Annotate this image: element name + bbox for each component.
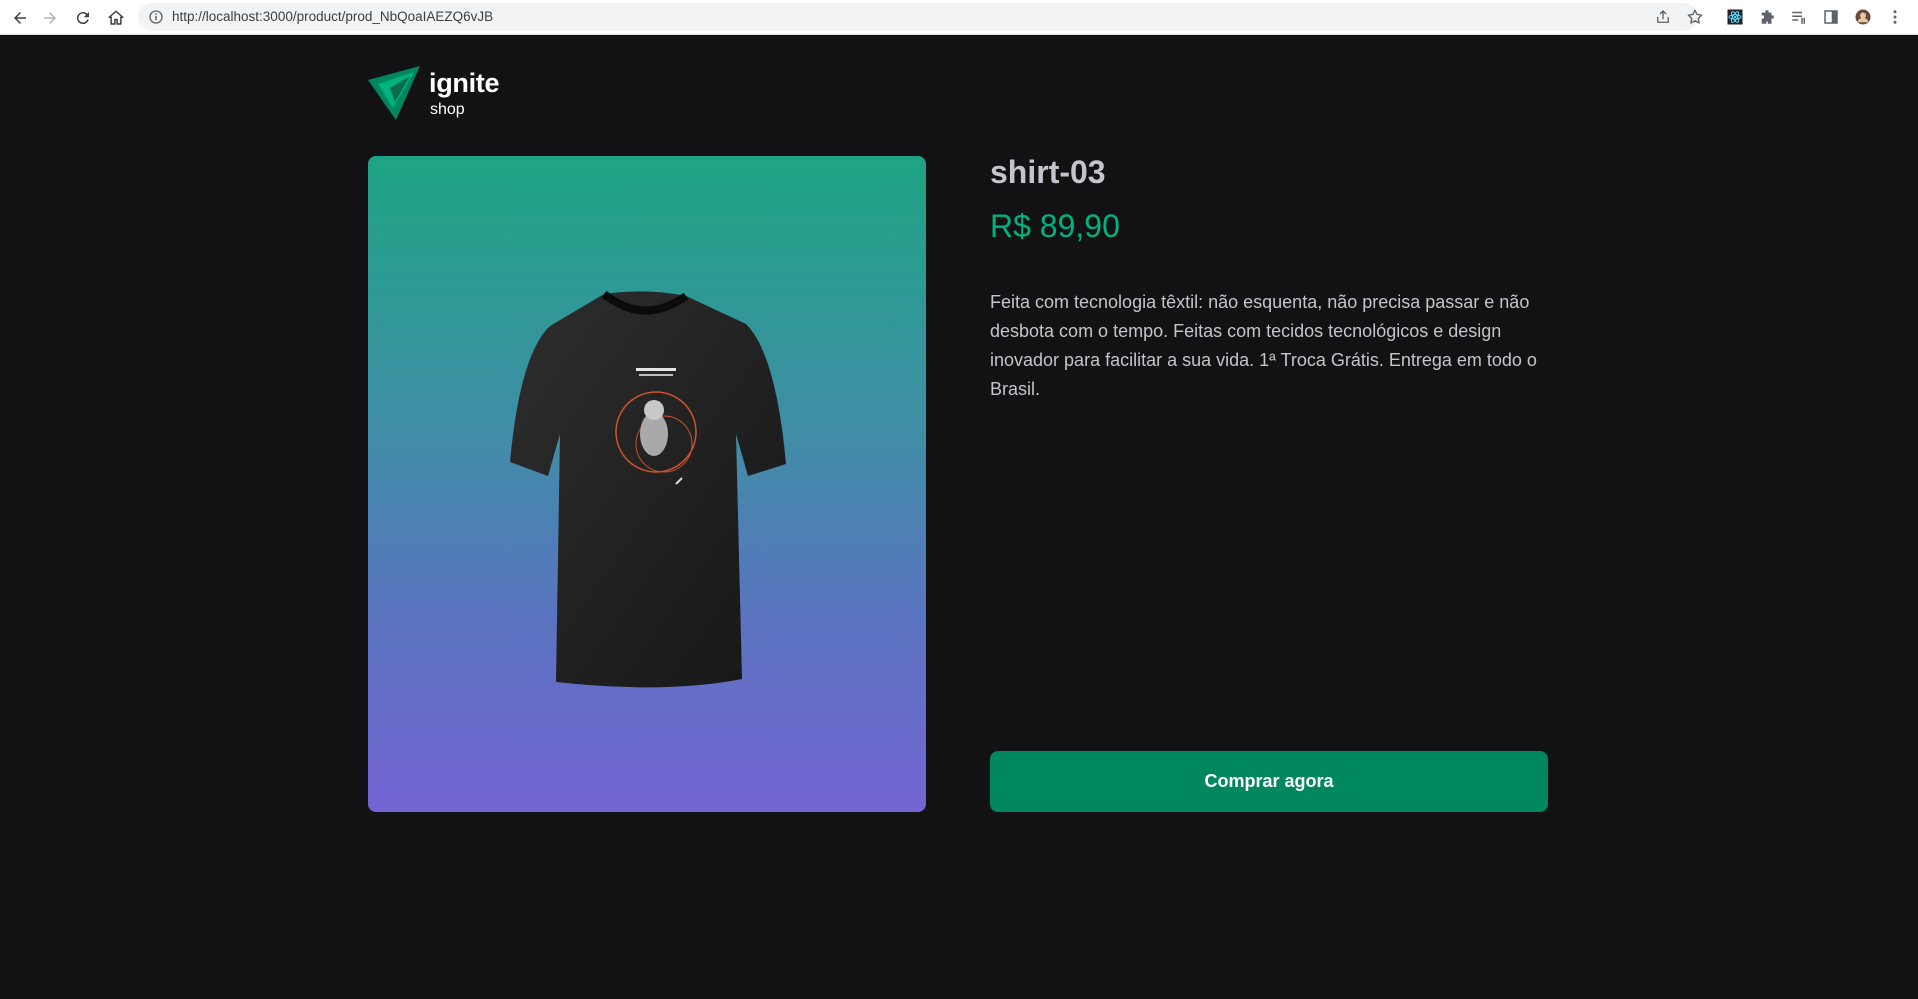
extensions-icon[interactable]	[1758, 8, 1776, 26]
buy-now-button[interactable]: Comprar agora	[990, 751, 1548, 812]
share-icon[interactable]	[1654, 8, 1672, 26]
star-icon[interactable]	[1686, 8, 1704, 26]
logo-subtitle: shop	[430, 101, 465, 118]
product-image-container	[368, 156, 926, 812]
product-price: R$ 89,90	[990, 208, 1120, 244]
menu-icon[interactable]	[1886, 8, 1904, 26]
url-text[interactable]: http://localhost:3000/product/prod_NbQoa…	[172, 9, 493, 24]
info-icon[interactable]	[147, 8, 165, 26]
ignite-shop-logo[interactable]: ignite shop	[368, 66, 518, 122]
tshirt-image	[510, 290, 786, 688]
back-icon[interactable]	[8, 6, 32, 30]
home-icon[interactable]	[104, 6, 128, 30]
product-description: Feita com tecnologia têxtil: não esquent…	[990, 292, 1537, 399]
reading-list-icon[interactable]	[1790, 8, 1808, 26]
logo-title: ignite	[429, 68, 500, 98]
profile-avatar[interactable]	[1854, 8, 1872, 26]
reload-icon[interactable]	[71, 6, 95, 30]
product-title: shirt-03	[990, 154, 1106, 190]
react-devtools-icon[interactable]	[1726, 8, 1744, 26]
side-panel-icon[interactable]	[1822, 8, 1840, 26]
browser-toolbar: http://localhost:3000/product/prod_NbQoa…	[0, 0, 1918, 35]
forward-icon[interactable]	[38, 6, 62, 30]
address-bar[interactable]: http://localhost:3000/product/prod_NbQoa…	[138, 3, 1703, 31]
logo-mark-icon	[368, 66, 420, 120]
